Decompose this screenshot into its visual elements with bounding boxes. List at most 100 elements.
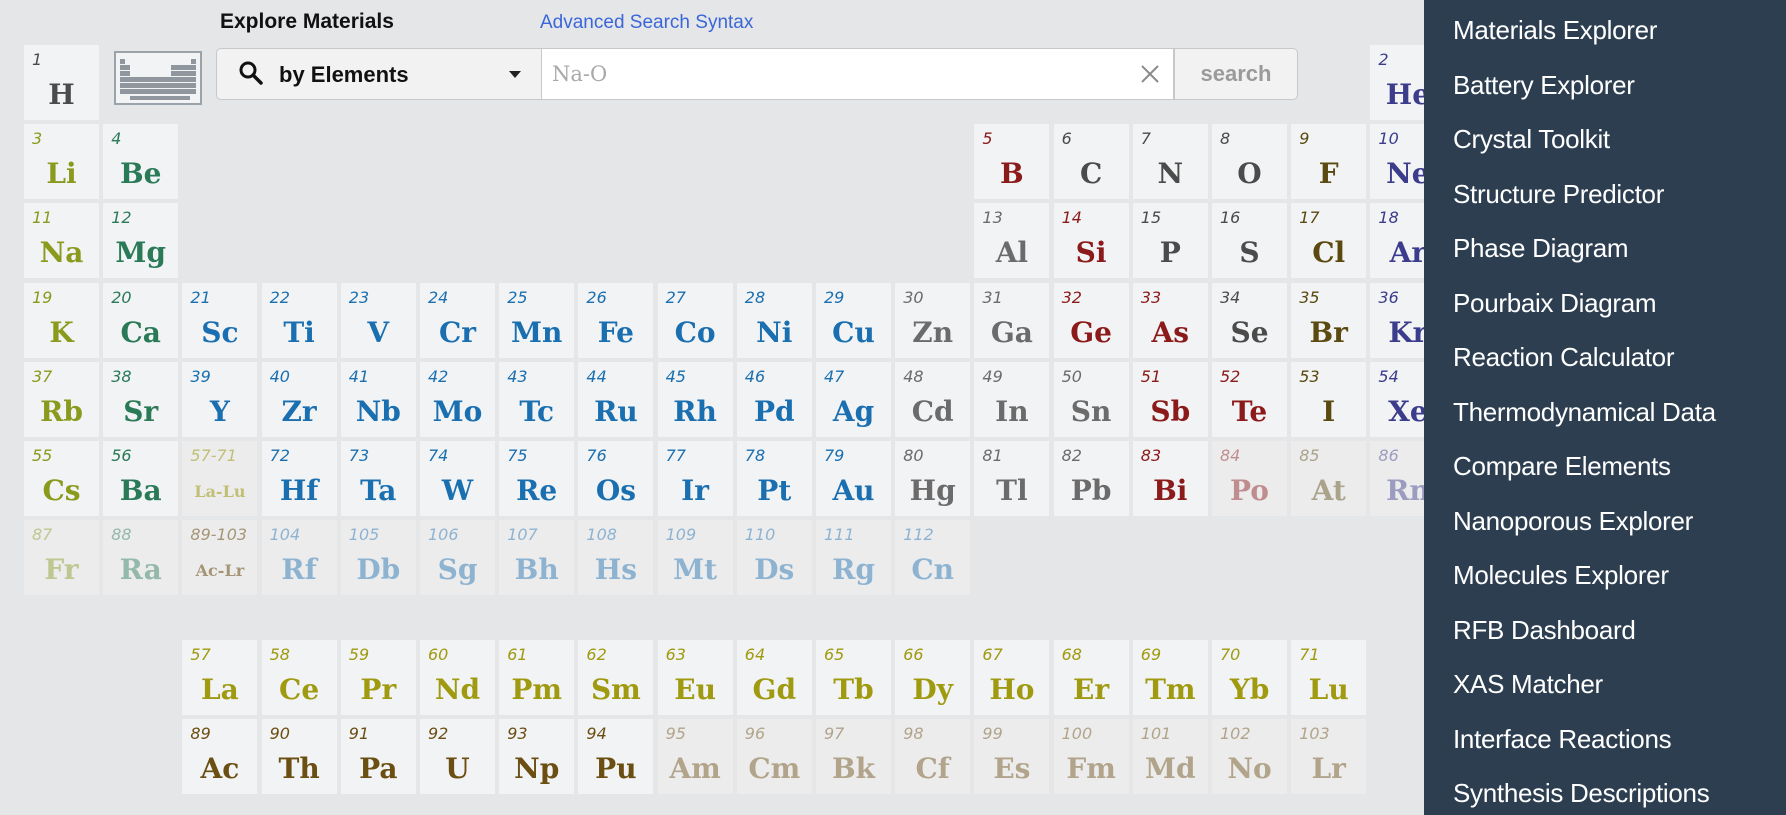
element-es[interactable]: 99 Es (974, 719, 1050, 795)
element-mg[interactable]: 12 Mg (103, 203, 179, 279)
element-la-lu[interactable]: 57-71 La-Lu (182, 441, 258, 516)
element-li[interactable]: 3 Li (24, 124, 99, 200)
element-cf[interactable]: 98 Cf (895, 719, 971, 795)
element-mo[interactable]: 42 Mo (420, 361, 495, 437)
element-sg[interactable]: 106 Sg (420, 520, 495, 596)
search-input[interactable] (542, 48, 1174, 100)
element-s[interactable]: 16 S (1212, 203, 1287, 279)
element-cr[interactable]: 24 Cr (420, 282, 495, 358)
advanced-search-syntax-link[interactable]: Advanced Search Syntax (540, 12, 753, 34)
element-v[interactable]: 23 V (340, 282, 416, 358)
sidebar-item-pourbaix-diagram[interactable]: Pourbaix Diagram (1424, 273, 1786, 328)
element-re[interactable]: 75 Re (499, 441, 575, 516)
sidebar-item-compare-elements[interactable]: Compare Elements (1424, 436, 1786, 491)
element-f[interactable]: 9F (1291, 124, 1367, 200)
element-w[interactable]: 74 W (420, 441, 495, 516)
element-pb[interactable]: 82 Pb (1053, 441, 1129, 516)
element-db[interactable]: 105 Db (340, 520, 416, 596)
element-te[interactable]: 52 Te (1212, 361, 1287, 437)
element-ga[interactable]: 31 Ga (974, 282, 1050, 358)
element-k[interactable]: 19 K (24, 282, 99, 358)
element-y[interactable]: 39 Y (182, 361, 258, 437)
element-se[interactable]: 34 Se (1212, 282, 1287, 358)
element-ge[interactable]: 32 Ge (1053, 282, 1129, 358)
search-button[interactable]: search (1174, 48, 1298, 100)
element-np[interactable]: 93 Np (499, 719, 575, 795)
element-c[interactable]: 6C (1053, 124, 1129, 200)
element-nd[interactable]: 60 Nd (420, 640, 495, 715)
element-sr[interactable]: 38 Sr (103, 361, 179, 437)
element-no[interactable]: 102 No (1212, 719, 1287, 795)
element-ce[interactable]: 58 Ce (261, 640, 337, 715)
element-br[interactable]: 35 Br (1291, 282, 1367, 358)
element-ta[interactable]: 73 Ta (340, 441, 416, 516)
element-na[interactable]: 11 Na (24, 203, 99, 279)
sidebar-item-xas-matcher[interactable]: XAS Matcher (1424, 654, 1786, 709)
element-sb[interactable]: 51 Sb (1132, 361, 1208, 437)
element-rg[interactable]: 111 Rg (816, 520, 891, 596)
element-au[interactable]: 79 Au (816, 441, 891, 516)
element-hs[interactable]: 108 Hs (578, 520, 654, 596)
sidebar-item-interface-reactions[interactable]: Interface Reactions (1424, 709, 1786, 764)
element-hf[interactable]: 72 Hf (261, 441, 337, 516)
element-tm[interactable]: 69 Tm (1132, 640, 1208, 715)
element-pr[interactable]: 59 Pr (340, 640, 416, 715)
element-ir[interactable]: 77 Ir (657, 441, 733, 516)
element-ho[interactable]: 67 Ho (974, 640, 1050, 715)
element-b[interactable]: 5B (974, 124, 1050, 200)
element-sc[interactable]: 21 Sc (182, 282, 258, 358)
element-nb[interactable]: 41 Nb (340, 361, 416, 437)
element-zr[interactable]: 40 Zr (261, 361, 337, 437)
element-mt[interactable]: 109 Mt (657, 520, 733, 596)
element-pa[interactable]: 91 Pa (340, 719, 416, 795)
close-icon[interactable] (1138, 62, 1162, 86)
element-er[interactable]: 68 Er (1053, 640, 1129, 715)
element-am[interactable]: 95 Am (657, 719, 733, 795)
sidebar-item-battery-explorer[interactable]: Battery Explorer (1424, 55, 1786, 110)
element-pt[interactable]: 78 Pt (736, 441, 812, 516)
element-os[interactable]: 76 Os (578, 441, 654, 516)
element-rf[interactable]: 104 Rf (261, 520, 337, 596)
sidebar-item-phase-diagram[interactable]: Phase Diagram (1424, 218, 1786, 273)
element-eu[interactable]: 63 Eu (657, 640, 733, 715)
element-lr[interactable]: 103 Lr (1291, 719, 1367, 795)
element-cs[interactable]: 55 Cs (24, 441, 99, 516)
element-ba[interactable]: 56 Ba (103, 441, 179, 516)
sidebar-item-thermodynamical-data[interactable]: Thermodynamical Data (1424, 382, 1786, 437)
element-gd[interactable]: 64 Gd (736, 640, 812, 715)
element-sm[interactable]: 62 Sm (578, 640, 654, 715)
element-al[interactable]: 13 Al (974, 203, 1050, 279)
element-p[interactable]: 15 P (1132, 203, 1208, 279)
element-bk[interactable]: 97 Bk (816, 719, 891, 795)
element-at[interactable]: 85 At (1291, 441, 1367, 516)
element-th[interactable]: 90 Th (261, 719, 337, 795)
sidebar-item-synthesis-descriptions[interactable]: Synthesis Descriptions (1424, 763, 1786, 815)
element-yb[interactable]: 70 Yb (1212, 640, 1287, 715)
element-zn[interactable]: 30 Zn (895, 282, 971, 358)
element-o[interactable]: 8O (1212, 124, 1287, 200)
element-cl[interactable]: 17 Cl (1291, 203, 1367, 279)
search-mode-dropdown[interactable]: by Elements (216, 48, 542, 100)
element-in[interactable]: 49 In (974, 361, 1050, 437)
element-sn[interactable]: 50 Sn (1053, 361, 1129, 437)
element-fr[interactable]: 87 Fr (24, 520, 99, 596)
element-hg[interactable]: 80 Hg (895, 441, 971, 516)
element-ru[interactable]: 44 Ru (578, 361, 654, 437)
element-u[interactable]: 92 U (420, 719, 495, 795)
element-pd[interactable]: 46 Pd (736, 361, 812, 437)
periodic-table-icon[interactable] (114, 51, 202, 105)
sidebar-item-structure-predictor[interactable]: Structure Predictor (1424, 164, 1786, 219)
element-po[interactable]: 84 Po (1212, 441, 1287, 516)
element-md[interactable]: 101 Md (1132, 719, 1208, 795)
element-h[interactable]: 1H (24, 45, 99, 120)
sidebar-item-molecules-explorer[interactable]: Molecules Explorer (1424, 545, 1786, 600)
element-cu[interactable]: 29 Cu (816, 282, 891, 358)
sidebar-item-nanoporous-explorer[interactable]: Nanoporous Explorer (1424, 491, 1786, 546)
element-n[interactable]: 7N (1132, 124, 1208, 200)
element-pm[interactable]: 61 Pm (499, 640, 575, 715)
sidebar-item-reaction-calculator[interactable]: Reaction Calculator (1424, 327, 1786, 382)
element-tc[interactable]: 43 Tc (499, 361, 575, 437)
element-ti[interactable]: 22 Ti (261, 282, 337, 358)
element-rh[interactable]: 45 Rh (657, 361, 733, 437)
element-cm[interactable]: 96 Cm (736, 719, 812, 795)
